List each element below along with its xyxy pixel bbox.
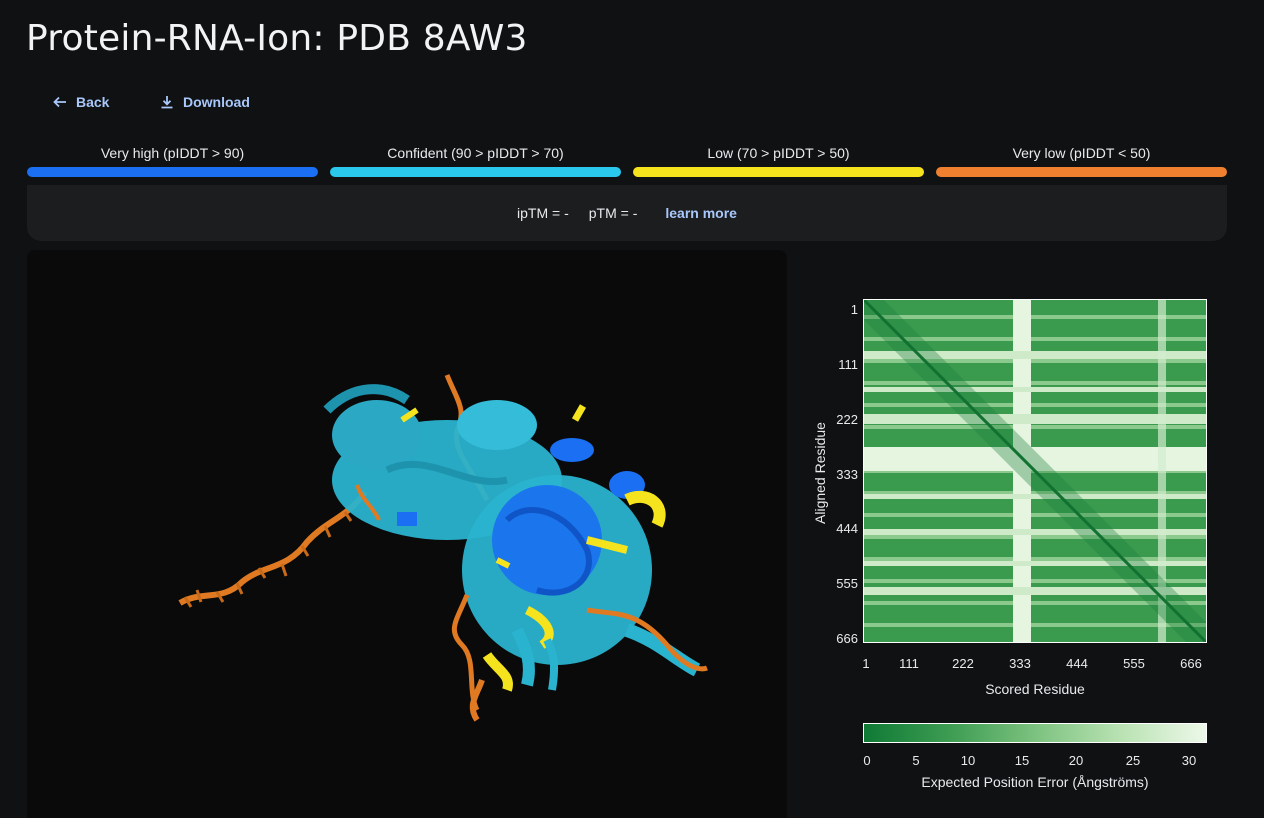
- colorbar-tick: 15: [1014, 753, 1030, 768]
- ptm-score: pTM = -: [588, 205, 638, 221]
- x-tick: 666: [1180, 656, 1202, 671]
- y-tick: 555: [836, 576, 858, 591]
- colorbar-tick: 30: [1181, 753, 1197, 768]
- legend-label: Low (70 > pIDDT > 50): [707, 145, 850, 161]
- page-title: Protein-RNA-Ion: PDB 8AW3: [26, 18, 528, 59]
- legend-bar: [330, 167, 621, 177]
- legend-label: Very high (pIDDT > 90): [100, 145, 245, 161]
- colorbar-tick: 25: [1125, 753, 1141, 768]
- learn-more-link[interactable]: learn more: [665, 205, 737, 221]
- colorbar-tick: 5: [912, 753, 920, 768]
- pae-colorbar: [863, 723, 1207, 743]
- y-tick: 111: [838, 357, 858, 372]
- colorbar-tick: 0: [863, 753, 871, 768]
- back-label: Back: [76, 94, 110, 110]
- download-icon: [161, 96, 173, 109]
- arrow-left-icon: [53, 96, 66, 108]
- colorbar-tick: 20: [1068, 753, 1084, 768]
- scores-panel: ipTM = - pTM = - learn more: [27, 185, 1227, 241]
- x-tick: 222: [952, 656, 974, 671]
- colorbar-label: Expected Position Error (Ångströms): [921, 774, 1149, 790]
- x-axis-label: Scored Residue: [985, 681, 1085, 697]
- y-axis-label: Aligned Residue: [812, 422, 828, 524]
- colorbar-tick: 10: [960, 753, 976, 768]
- legend-bar: [936, 167, 1227, 177]
- pae-heatmap: [863, 299, 1207, 643]
- legend-low: Low (70 > pIDDT > 50): [633, 144, 924, 177]
- y-tick: 1: [850, 302, 858, 317]
- legend-label: Very low (pIDDT < 50): [1012, 145, 1151, 161]
- iptm-score: ipTM = -: [517, 205, 569, 221]
- legend-very-high: Very high (pIDDT > 90): [27, 144, 318, 177]
- x-tick: 333: [1009, 656, 1031, 671]
- download-label: Download: [183, 94, 250, 110]
- back-button[interactable]: Back: [52, 94, 109, 110]
- x-tick: 1: [862, 656, 870, 671]
- legend-confident: Confident (90 > pIDDT > 70): [330, 144, 621, 177]
- protein-structure-image: [178, 374, 708, 722]
- legend-bar: [27, 167, 318, 177]
- download-button[interactable]: Download: [159, 94, 250, 110]
- structure-viewer[interactable]: [27, 250, 787, 818]
- x-tick: 555: [1123, 656, 1145, 671]
- x-tick: 444: [1066, 656, 1088, 671]
- legend-very-low: Very low (pIDDT < 50): [936, 144, 1227, 177]
- x-tick: 111: [899, 656, 919, 671]
- legend-bar: [633, 167, 924, 177]
- y-tick: 666: [836, 631, 858, 646]
- legend-label: Confident (90 > pIDDT > 70): [387, 145, 564, 161]
